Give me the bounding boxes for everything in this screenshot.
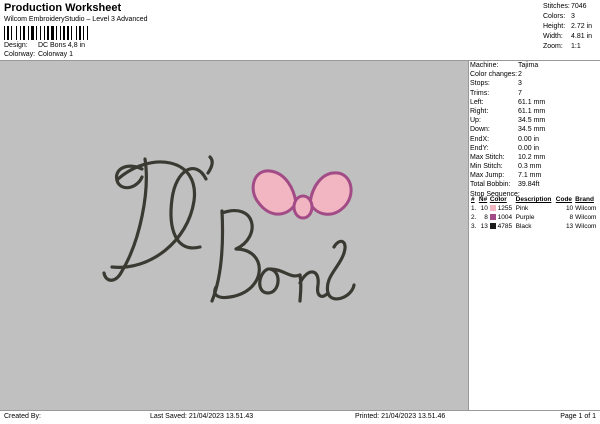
col-description: Description xyxy=(515,196,552,203)
col-needle: N# xyxy=(478,196,488,203)
created-by: Created By: xyxy=(4,413,41,420)
prop-row: Max Stitch: 10.2 mm xyxy=(470,153,546,161)
col-brand: Brand xyxy=(575,196,594,203)
col-code: Code xyxy=(555,196,573,203)
prop-row: Trims: 7 xyxy=(470,89,522,97)
panel-divider xyxy=(468,61,469,410)
color-swatch xyxy=(489,214,496,220)
bow-appliqué xyxy=(251,169,353,220)
software-subtitle: Wilcom EmbroideryStudio – Level 3 Advanc… xyxy=(4,16,148,23)
table-row: 2. 8 1004 Purple 8 Wilcom xyxy=(471,214,597,221)
prop-row: Stops: 3 xyxy=(470,80,522,88)
stop-table-header: # N# Color Description Code Brand xyxy=(470,195,599,204)
page-number: Page 1 of 1 xyxy=(560,413,596,420)
stat-colors: Colors: 3 xyxy=(543,13,575,20)
embroidery-design xyxy=(102,155,356,303)
table-row: 3. 13 4785 Black 13 Wilcom xyxy=(471,223,597,230)
prop-row: Right: 61.1 mm xyxy=(470,107,546,115)
stop-sequence-table: # N# Color Description Code Brand 1. 10 … xyxy=(470,195,599,231)
stat-stitches: Stitches: 7046 xyxy=(543,3,587,10)
barcode xyxy=(4,26,88,40)
col-num: # xyxy=(471,196,475,203)
last-saved: Last Saved: 21/04/2023 13.51.43 xyxy=(150,413,254,420)
prop-row: Total Bobbin: 39.84ft xyxy=(470,181,540,189)
colorway-value: Colorway 1 xyxy=(37,51,73,58)
prop-row: Left: 61.1 mm xyxy=(470,98,546,106)
table-row: 1. 10 1255 Pink 10 Wilcom xyxy=(471,205,597,212)
prop-row: Max Jump: 7.1 mm xyxy=(470,172,542,180)
prop-row: Up: 34.5 mm xyxy=(470,117,546,125)
col-color: Color xyxy=(489,196,507,203)
stat-height: Height: 2.72 in xyxy=(543,23,593,30)
page-title: Production Worksheet xyxy=(4,2,122,14)
design-value: DC Bons 4,8 in xyxy=(37,42,86,49)
dc-bons-lettering xyxy=(102,155,356,303)
prop-row: EndY: 0.00 in xyxy=(470,144,540,152)
stat-width: Width: 4.81 in xyxy=(543,33,593,40)
printed-date: Printed: 21/04/2023 13.51.46 xyxy=(355,413,446,420)
design-preview xyxy=(0,61,468,410)
colorway-label: Colorway: xyxy=(4,51,36,58)
prop-row: Color changes: 2 xyxy=(470,71,522,79)
color-swatch xyxy=(489,205,496,211)
prop-row: Machine: Tajima xyxy=(470,62,539,69)
stat-zoom: Zoom: 1:1 xyxy=(543,43,581,50)
prop-row: Min Stitch: 0.3 mm xyxy=(470,163,542,171)
design-row: Design: DC Bons 4,8 in xyxy=(4,42,85,49)
prop-row: EndX: 0.00 in xyxy=(470,135,540,143)
colorway-row: Colorway: Colorway 1 xyxy=(4,51,73,58)
stats-panel: Stitches: 7046 Colors: 3 Height: 2.72 in Wi… xyxy=(543,2,599,52)
color-swatch xyxy=(489,223,496,229)
machine-properties: Machine: Tajima Color changes: 2 Stops: 3 T… xyxy=(470,61,598,199)
design-label: Design: xyxy=(4,42,28,49)
footer-divider xyxy=(0,410,600,411)
prop-row: Down: 34.5 mm xyxy=(470,126,546,134)
